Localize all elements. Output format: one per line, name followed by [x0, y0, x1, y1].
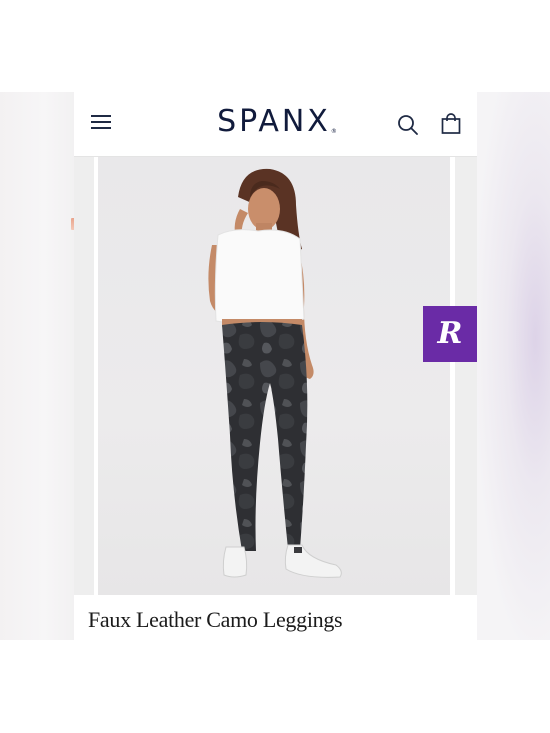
gallery-divider-left	[94, 157, 98, 595]
site-header: SPANX®	[74, 92, 477, 157]
background-left-blur	[0, 92, 74, 640]
product-photo[interactable]	[98, 157, 450, 595]
r-badge-button[interactable]: R	[423, 306, 477, 362]
registered-mark: ®	[330, 128, 337, 135]
product-title: Faux Leather Camo Leggings	[88, 607, 343, 632]
search-icon[interactable]	[397, 114, 419, 136]
background-right-blur	[477, 92, 550, 640]
brand-name: SPANX	[217, 104, 331, 139]
bag-icon[interactable]	[440, 113, 462, 135]
phone-screen: SPANX® R Faux Leather Camo Leggings	[74, 92, 477, 640]
model-illustration	[208, 168, 342, 578]
gallery-divider-right	[450, 157, 455, 595]
r-badge-letter: R	[437, 316, 463, 351]
spanx-logo[interactable]: SPANX®	[197, 102, 357, 142]
product-gallery[interactable]: R	[74, 157, 477, 595]
menu-icon[interactable]	[91, 114, 113, 130]
